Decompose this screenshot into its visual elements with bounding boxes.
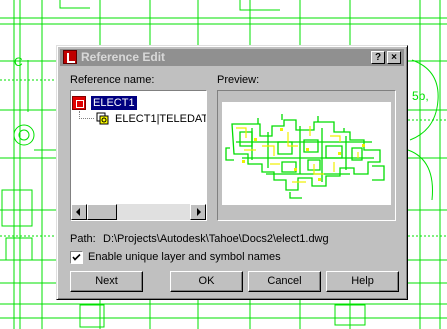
autocad-app-icon — [63, 50, 77, 64]
scroll-thumb[interactable] — [87, 204, 117, 220]
tree-connector-horizontal — [79, 118, 94, 119]
cad-label-left: C — [14, 55, 23, 69]
unique-names-label[interactable]: Enable unique layer and symbol names — [88, 251, 281, 264]
dialog-title: Reference Edit — [81, 50, 166, 64]
preview-panel — [217, 90, 396, 221]
block-reference-icon — [96, 112, 109, 125]
reference-edit-dialog: Reference Edit ? × Reference name: Previ… — [56, 45, 408, 300]
tree-node-root-label: ELECT1 — [91, 96, 137, 110]
dialog-titlebar[interactable]: Reference Edit ? × — [60, 49, 404, 66]
unique-names-checkbox[interactable] — [70, 251, 83, 264]
tree-horizontal-scrollbar[interactable] — [71, 204, 206, 220]
arrow-left-icon — [76, 208, 80, 216]
scroll-right-button[interactable] — [190, 204, 206, 220]
ok-button[interactable]: OK — [170, 271, 243, 292]
close-button[interactable]: × — [387, 51, 401, 64]
cancel-button[interactable]: Cancel — [248, 271, 321, 292]
reference-name-label: Reference name: — [70, 74, 155, 86]
next-button[interactable]: Next — [70, 271, 143, 292]
checkmark-icon — [72, 253, 81, 261]
scroll-left-button[interactable] — [71, 204, 87, 220]
reference-tree-content: ELECT1 ELECT1|TELEDATA — [71, 91, 206, 204]
tree-node-child[interactable]: ELECT1|TELEDATA — [115, 112, 206, 126]
cad-label-right: 5b, — [412, 89, 429, 103]
xref-icon — [72, 96, 86, 110]
path-label: Path: — [70, 233, 96, 245]
preview-image — [222, 102, 391, 205]
reference-tree[interactable]: ELECT1 ELECT1|TELEDATA — [70, 90, 207, 221]
help-button[interactable]: Help — [326, 271, 399, 292]
help-title-button[interactable]: ? — [371, 51, 385, 64]
path-value: D:\Projects\Autodesk\Tahoe\Docs2\elect1.… — [103, 233, 329, 245]
arrow-right-icon — [197, 208, 201, 216]
preview-label: Preview: — [217, 74, 260, 86]
